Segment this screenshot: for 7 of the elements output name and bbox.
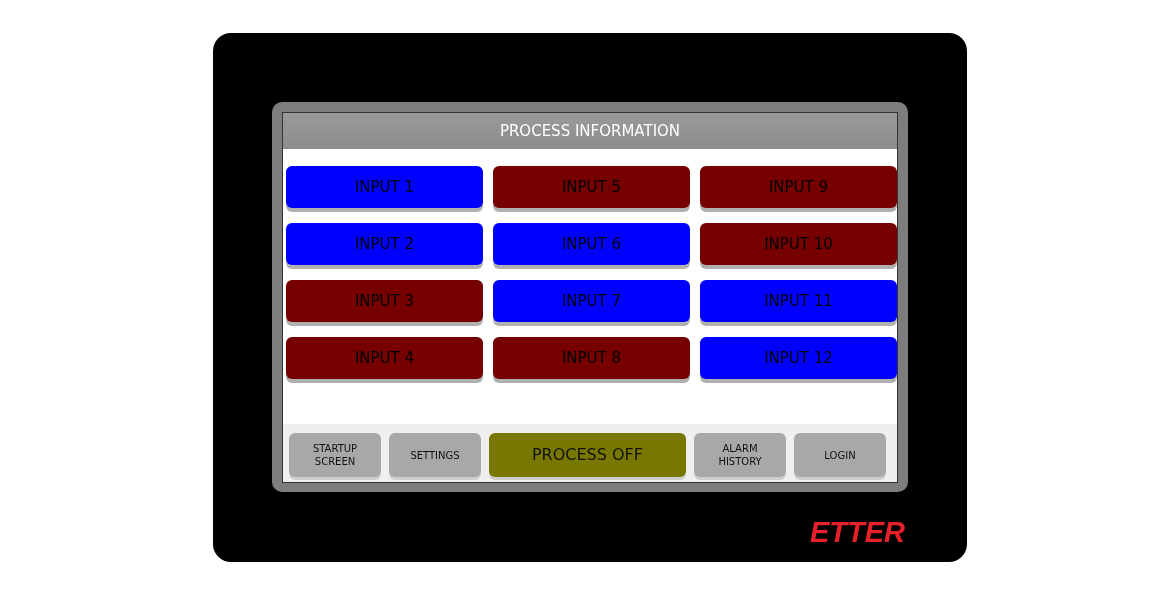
screen-title: PROCESS INFORMATION xyxy=(283,113,897,149)
nav-button[interactable]: ALARM HISTORY xyxy=(694,433,786,477)
nav-button[interactable]: SETTINGS xyxy=(389,433,481,477)
brand-logo: ETTER xyxy=(809,516,905,549)
process-status-button[interactable]: PROCESS OFF xyxy=(489,433,686,477)
nav-button[interactable]: LOGIN xyxy=(794,433,886,477)
nav-button[interactable]: STARTUP SCREEN xyxy=(289,433,381,477)
